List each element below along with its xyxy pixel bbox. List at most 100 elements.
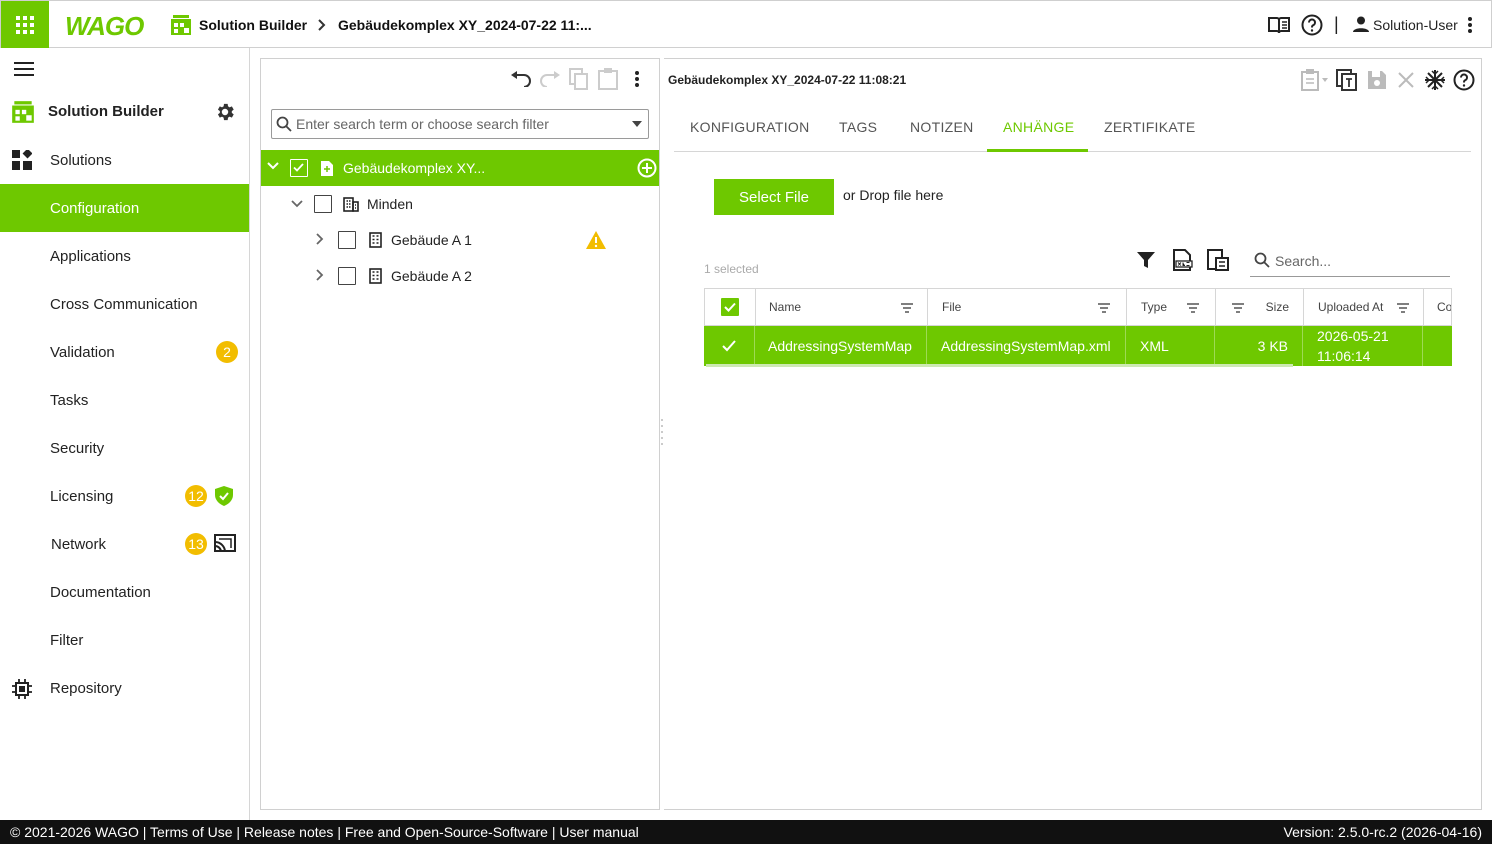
chevron-right-icon[interactable] [316, 233, 324, 245]
sidebar-item-repository[interactable]: Repository [0, 664, 249, 712]
top-header: WAGO Solution Builder Gebäudekomplex XY_… [0, 0, 1492, 48]
sidebar-item-applications[interactable]: Applications [0, 232, 249, 280]
sidebar-item-label: Applications [50, 247, 131, 265]
export-xlsx-icon[interactable] [1172, 249, 1194, 271]
sort-menu-icon[interactable] [1098, 303, 1110, 313]
gear-icon[interactable] [214, 101, 236, 123]
tab-anhaenge[interactable]: ANHÄNGE [1003, 119, 1074, 135]
snowflake-icon[interactable] [1424, 69, 1446, 91]
tab-tags[interactable]: TAGS [839, 119, 877, 135]
cell-type: XML [1126, 326, 1215, 366]
wago-logo[interactable]: WAGO [65, 11, 144, 42]
sort-menu-icon[interactable] [1187, 303, 1199, 313]
column-header-uploaded-at[interactable]: Uploaded At [1304, 289, 1424, 325]
select-file-button[interactable]: Select File [714, 179, 834, 215]
cell-uploaded-at: 2026-05-21 11:06:14 [1303, 326, 1423, 366]
tree-node-root[interactable]: Gebäudekomplex XY... [261, 150, 659, 186]
sidebar-item-documentation[interactable]: Documentation [0, 568, 249, 616]
sidebar-item-security[interactable]: Security [0, 424, 249, 472]
cell-time: 11:06:14 [1317, 348, 1371, 364]
close-icon[interactable] [1398, 72, 1414, 88]
sidebar-item-solutions[interactable]: Solutions [0, 136, 249, 184]
footer-link-terms[interactable]: Terms of Use [150, 824, 232, 840]
warning-icon [585, 230, 607, 250]
dashboard-icon [12, 150, 32, 170]
tree-node-minden[interactable]: Minden [261, 186, 659, 222]
footer-links: © 2021-2026 WAGO | Terms of Use | Releas… [10, 824, 639, 840]
column-label: File [942, 300, 962, 314]
cell-co [1423, 326, 1450, 366]
check-icon [722, 340, 736, 352]
copy-tree-icon[interactable] [1336, 69, 1358, 91]
building-icon [369, 268, 382, 284]
cell-name: AddressingSystemMap [755, 326, 927, 366]
footer-link-foss[interactable]: Free and Open-Source-Software [345, 824, 548, 840]
cell-text: AddressingSystemMap.xml [941, 338, 1111, 354]
tree-checkbox[interactable] [338, 267, 356, 285]
sidebar-item-licensing[interactable]: Licensing 12 [0, 472, 249, 520]
paste-icon[interactable] [598, 68, 618, 90]
app-launcher-button[interactable] [1, 1, 49, 48]
column-header-name[interactable]: Name [756, 289, 928, 325]
header-select-all[interactable] [705, 289, 756, 325]
copy-icon[interactable] [569, 68, 589, 90]
help-icon[interactable] [1301, 14, 1323, 36]
tree-node-gebaeude-a1[interactable]: Gebäude A 1 [261, 222, 659, 258]
sidebar-item-tasks[interactable]: Tasks [0, 376, 249, 424]
save-icon[interactable] [1367, 70, 1387, 90]
chevron-down-icon[interactable] [267, 162, 279, 170]
tab-zertifikate[interactable]: ZERTIFIKATE [1104, 119, 1195, 135]
tree-checkbox[interactable] [338, 231, 356, 249]
chevron-right-icon[interactable] [316, 269, 324, 281]
breadcrumb-app[interactable]: Solution Builder [199, 17, 307, 33]
sidebar-item-label: Validation [50, 343, 115, 361]
select-all-checkbox[interactable] [721, 298, 739, 316]
sort-menu-icon[interactable] [1397, 303, 1409, 313]
cell-text: 3 KB [1257, 338, 1288, 354]
sidebar-item-label: Solutions [50, 151, 112, 169]
breadcrumb-current[interactable]: Gebäudekomplex XY_2024-07-22 11:... [338, 17, 592, 33]
tree-checkbox[interactable] [314, 195, 332, 213]
more-vert-icon[interactable] [1467, 16, 1473, 34]
sidebar-item-network[interactable]: Network 13 [0, 520, 249, 568]
user-name[interactable]: Solution-User [1373, 17, 1458, 33]
footer-link-user-manual[interactable]: User manual [559, 824, 638, 840]
tree-search-input[interactable]: Enter search term or choose search filte… [271, 109, 649, 139]
hamburger-menu-icon[interactable] [14, 62, 34, 76]
redo-icon[interactable] [539, 71, 561, 87]
tree-node-gebaeude-a2[interactable]: Gebäude A 2 [261, 258, 659, 294]
footer-link-release-notes[interactable]: Release notes [244, 824, 334, 840]
horizontal-scrollbar[interactable] [706, 364, 1293, 367]
filter-icon[interactable] [1137, 251, 1155, 269]
grid-search-placeholder: Search... [1275, 253, 1332, 269]
column-label: Uploaded At [1318, 300, 1384, 314]
add-circle-icon[interactable] [637, 158, 657, 178]
tree-more-vert-icon[interactable] [634, 70, 640, 88]
column-header-file[interactable]: File [928, 289, 1127, 325]
tab-notizen[interactable]: NOTIZEN [910, 119, 974, 135]
column-chooser-icon[interactable] [1207, 249, 1229, 271]
tree-checkbox-checked[interactable] [290, 159, 308, 177]
table-row[interactable]: AddressingSystemMap AddressingSystemMap.… [704, 326, 1452, 366]
help-icon[interactable] [1453, 69, 1475, 91]
sidebar-item-validation[interactable]: Validation 2 [0, 328, 249, 376]
column-header-type[interactable]: Type [1127, 289, 1216, 325]
document-icon [320, 160, 334, 177]
column-header-co[interactable]: Co [1424, 289, 1451, 325]
chevron-down-icon[interactable] [291, 200, 303, 208]
undo-icon[interactable] [510, 71, 532, 87]
drop-file-hint[interactable]: or Drop file here [843, 187, 943, 203]
sort-menu-icon[interactable] [1232, 303, 1244, 313]
sidebar-item-cross-communication[interactable]: Cross Communication [0, 280, 249, 328]
paste-menu-icon[interactable] [1300, 69, 1330, 91]
grid-search-input[interactable]: Search... [1250, 249, 1450, 277]
dropdown-arrow-icon[interactable] [632, 121, 642, 127]
sidebar-item-label: Documentation [50, 583, 151, 601]
column-header-size[interactable]: Size [1216, 289, 1304, 325]
sort-menu-icon[interactable] [901, 303, 913, 313]
manual-book-icon[interactable] [1267, 15, 1291, 35]
tab-konfiguration[interactable]: KONFIGURATION [690, 119, 810, 135]
row-select-cell[interactable] [704, 326, 755, 366]
sidebar-item-configuration[interactable]: Configuration [0, 184, 249, 232]
sidebar-item-filter[interactable]: Filter [0, 616, 249, 664]
